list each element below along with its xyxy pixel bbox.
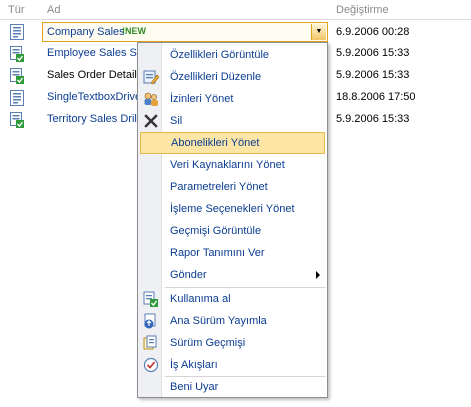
menu-item-label: Rapor Tanımını Ver bbox=[170, 247, 265, 259]
modified-date: 5.9.2006 15:33 bbox=[336, 47, 410, 59]
modified-date: 5.9.2006 15:33 bbox=[336, 69, 410, 81]
menu-item-label: Geçmişi Görüntüle bbox=[170, 225, 262, 237]
menu-item-manage-data-sources[interactable]: Veri Kaynaklarını Yönet bbox=[139, 154, 326, 176]
menu-item-alert-me[interactable]: Beni Uyar bbox=[139, 376, 326, 398]
menu-item-version-history[interactable]: Sürüm Geçmişi bbox=[139, 332, 326, 354]
menu-item-label: Özellikleri Görüntüle bbox=[170, 49, 270, 61]
submenu-arrow-icon bbox=[316, 271, 320, 279]
menu-item-label: İzinleri Yönet bbox=[170, 93, 234, 105]
checked-out-report-icon bbox=[10, 68, 24, 84]
item-name-link[interactable]: Territory Sales Drill bbox=[47, 113, 139, 125]
publish-icon bbox=[144, 313, 156, 329]
menu-item-view-history[interactable]: Geçmişi Görüntüle bbox=[139, 220, 326, 242]
menu-item-label: Sil bbox=[170, 115, 183, 127]
menu-item-processing-options[interactable]: İşleme Seçenekleri Yönet bbox=[139, 198, 326, 220]
version-history-icon bbox=[143, 335, 157, 350]
table-row[interactable]: Company Sales !NEW ▼ 6.9.2006 00:28 bbox=[0, 21, 471, 43]
checked-out-report-icon bbox=[10, 46, 24, 62]
menu-item-label: Ana Sürüm Yayımla bbox=[170, 315, 267, 327]
report-icon bbox=[10, 24, 24, 40]
menu-item-manage-parameters[interactable]: Parametreleri Yönet bbox=[139, 176, 326, 198]
item-name-link[interactable]: Company Sales bbox=[47, 26, 125, 38]
item-name-link[interactable]: Employee Sales Su bbox=[47, 47, 143, 59]
item-name-dropdown[interactable]: Company Sales !NEW ▼ bbox=[42, 22, 328, 42]
menu-item-label: Abonelikleri Yönet bbox=[171, 137, 260, 149]
permissions-icon bbox=[144, 92, 158, 106]
item-name-link[interactable]: SingleTextboxDrive bbox=[47, 91, 141, 103]
menu-item-workflows[interactable]: İş Akışları bbox=[139, 354, 326, 376]
menu-item-label: Özellikleri Düzenle bbox=[170, 71, 262, 83]
menu-item-manage-subscriptions[interactable]: Abonelikleri Yönet bbox=[140, 132, 325, 154]
list-header: Tür Ad Değiştirme bbox=[0, 0, 471, 20]
modified-column-header[interactable]: Değiştirme bbox=[336, 4, 389, 16]
chevron-down-icon[interactable]: ▼ bbox=[311, 24, 326, 40]
checked-out-report-icon bbox=[10, 112, 24, 128]
menu-item-publish-major-version[interactable]: Ana Sürüm Yayımla bbox=[139, 310, 326, 332]
menu-item-check-out[interactable]: Kullanıma al bbox=[139, 288, 326, 310]
menu-item-edit-properties[interactable]: Özellikleri Düzenle bbox=[139, 66, 326, 88]
menu-item-label: Beni Uyar bbox=[170, 381, 219, 393]
menu-item-send[interactable]: Gönder bbox=[139, 264, 326, 286]
menu-item-label: Gönder bbox=[170, 269, 207, 281]
menu-item-label: İşleme Seçenekleri Yönet bbox=[170, 203, 295, 215]
modified-date: 5.9.2006 15:33 bbox=[336, 113, 410, 125]
menu-item-view-properties[interactable]: Özellikleri Görüntüle bbox=[139, 44, 326, 66]
checkout-icon bbox=[143, 291, 158, 307]
menu-item-delete[interactable]: Sil bbox=[139, 110, 326, 132]
delete-icon bbox=[144, 114, 158, 128]
report-icon bbox=[10, 90, 24, 106]
menu-item-label: Sürüm Geçmişi bbox=[170, 337, 246, 349]
menu-item-manage-permissions[interactable]: İzinleri Yönet bbox=[139, 88, 326, 110]
name-column-header[interactable]: Ad bbox=[47, 4, 60, 16]
edit-properties-icon bbox=[143, 70, 159, 85]
menu-item-export-report-definition[interactable]: Rapor Tanımını Ver bbox=[139, 242, 326, 264]
workflow-icon bbox=[143, 357, 159, 373]
modified-date: 6.9.2006 00:28 bbox=[336, 26, 410, 38]
type-column-header[interactable]: Tür bbox=[8, 4, 25, 16]
item-name-link[interactable]: Sales Order Detail bbox=[47, 69, 137, 81]
menu-item-label: Parametreleri Yönet bbox=[170, 181, 268, 193]
menu-item-label: Veri Kaynaklarını Yönet bbox=[170, 159, 285, 171]
menu-item-label: Kullanıma al bbox=[170, 293, 231, 305]
modified-date: 18.8.2006 17:50 bbox=[336, 91, 416, 103]
new-badge: !NEW bbox=[122, 26, 146, 36]
item-context-menu: Özellikleri Görüntüle Özellikleri Düzenl… bbox=[137, 42, 328, 398]
menu-item-label: İş Akışları bbox=[170, 359, 218, 371]
